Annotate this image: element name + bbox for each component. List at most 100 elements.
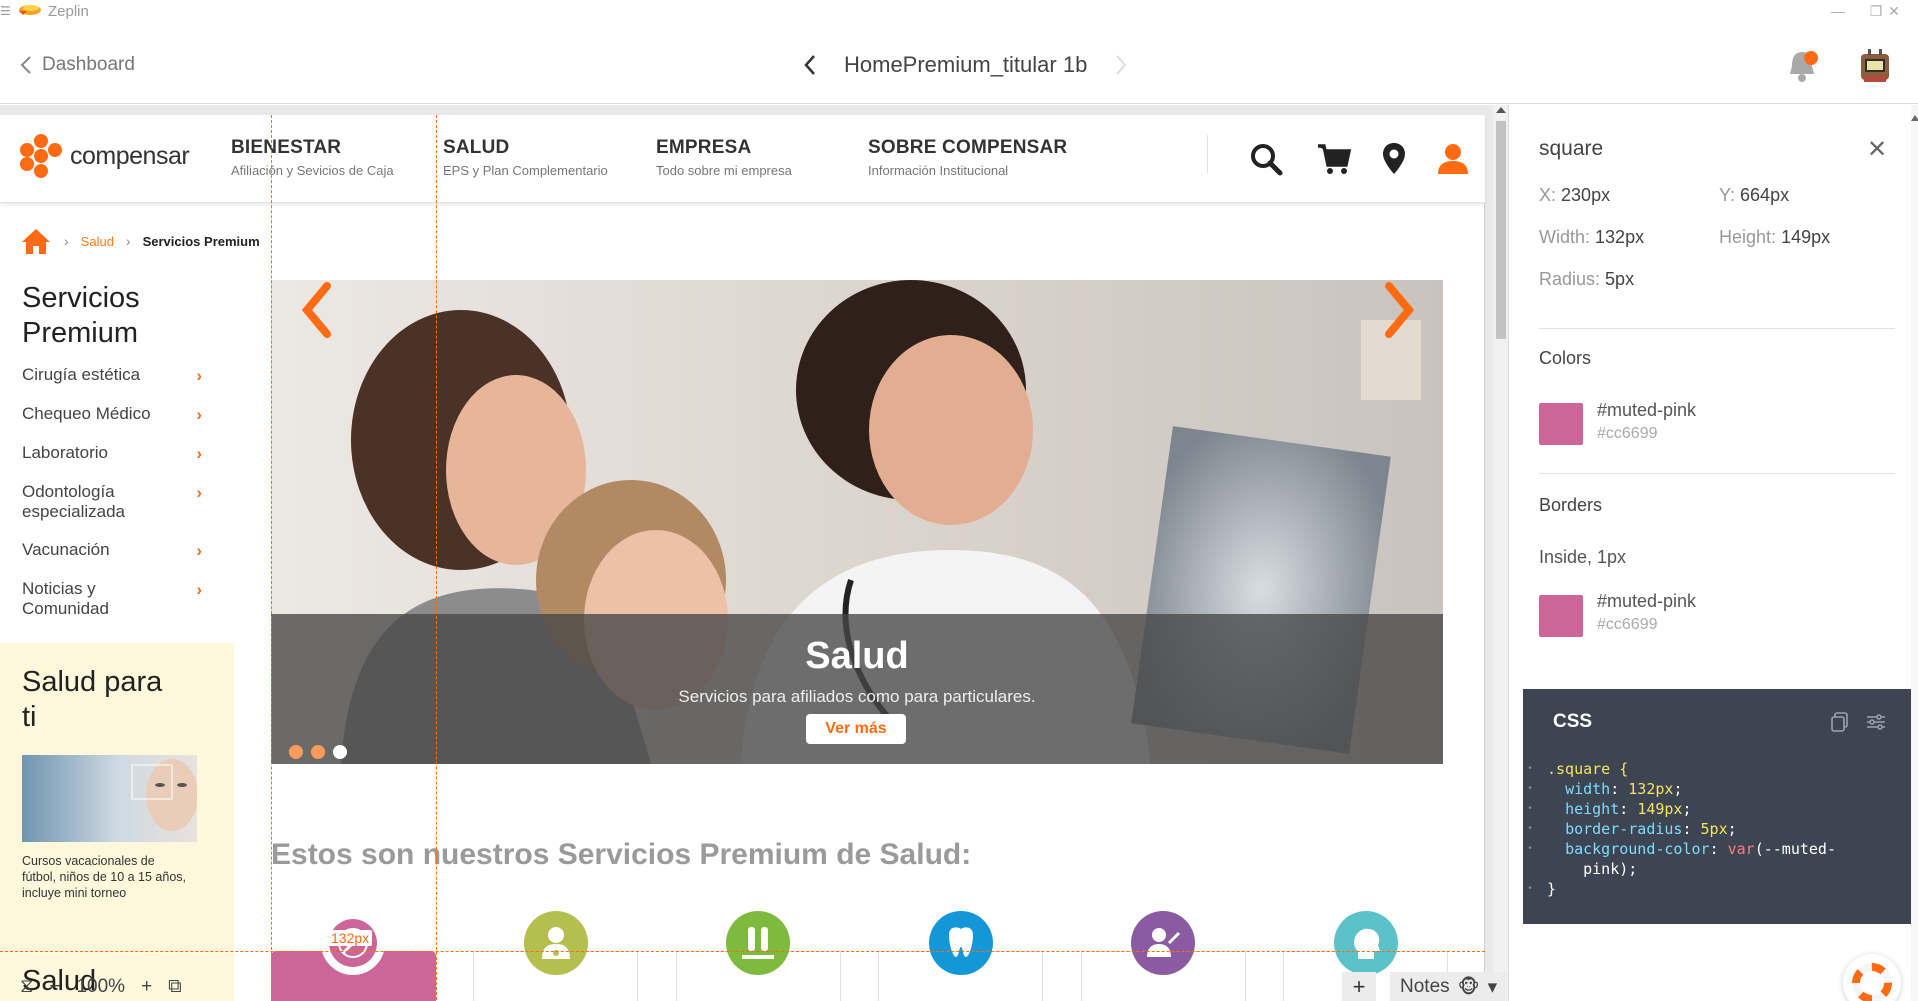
minimize-icon[interactable]: — (1818, 0, 1858, 22)
notes-toggle-button[interactable]: Notes 🐵 ▾ (1390, 972, 1508, 1001)
header-divider (1207, 135, 1208, 173)
settings-sliders-icon[interactable] (1865, 711, 1887, 733)
measure-guide-left (271, 115, 272, 1001)
prop-x-value[interactable]: 230px (1561, 185, 1610, 205)
prop-radius-value[interactable]: 5px (1605, 269, 1634, 289)
carousel-dot[interactable] (311, 745, 325, 759)
home-icon[interactable] (20, 227, 52, 255)
carousel-dot[interactable] (289, 745, 303, 759)
sidebar-item-label: Odontología especializada (22, 482, 126, 521)
previous-screen-icon[interactable] (800, 52, 822, 78)
location-pin-icon[interactable] (1376, 141, 1412, 177)
sidebar-item-label: Laboratorio (22, 443, 109, 462)
scroll-up-icon[interactable] (1911, 115, 1918, 121)
border-color-name[interactable]: #muted-pink (1597, 591, 1696, 612)
color-hex[interactable]: #cc6699 (1597, 425, 1658, 443)
cart-icon[interactable] (1316, 141, 1352, 177)
color-name[interactable]: #muted-pink (1597, 400, 1696, 421)
canvas-vertical-scrollbar[interactable] (1493, 105, 1508, 1001)
notes-label: Notes (1400, 976, 1450, 997)
borders-heading: Borders (1539, 495, 1603, 515)
prop-x: X: 230px (1539, 185, 1610, 206)
help-lifebuoy-button[interactable] (1843, 954, 1901, 1001)
nav-salud[interactable]: SALUD EPS y Plan Complementario (443, 137, 608, 178)
design-canvas[interactable]: compensar BIENESTAR Afiliación y Sevicio… (0, 105, 1508, 1001)
prop-width-value[interactable]: 132px (1595, 227, 1644, 247)
colors-heading: Colors (1539, 348, 1592, 368)
ver-mas-button[interactable]: Ver más (806, 714, 906, 744)
inspector-panel: square ✕ X: 230px Y: 664px Width: 132px … (1508, 105, 1918, 1001)
sidebar-item-odontologia[interactable]: Odontología especializada › (22, 482, 202, 522)
scroll-up-icon[interactable] (1496, 107, 1506, 113)
chevron-right-icon: › (196, 541, 202, 560)
chevron-right-icon: › (196, 444, 202, 463)
screen-title: HomePremium_titular 1b (844, 52, 1088, 77)
breadcrumb-link-salud[interactable]: Salud (81, 234, 114, 249)
open-external-icon[interactable]: ⧉ (168, 976, 182, 998)
zoom-in-button[interactable]: + (141, 976, 152, 998)
close-inspector-icon[interactable]: ✕ (1867, 135, 1887, 164)
nav-title: BIENESTAR (231, 137, 342, 158)
site-header: compensar BIENESTAR Afiliación y Sevicio… (0, 115, 1485, 203)
css-arg: pink); (1583, 860, 1638, 878)
css-code[interactable]: • .square { • width: 132px; • height: 149… (1527, 759, 1836, 899)
back-to-dashboard-link[interactable]: Dashboard (20, 54, 135, 76)
css-heading: CSS (1553, 711, 1593, 732)
color-swatch[interactable] (1539, 403, 1583, 445)
border-color-swatch[interactable] (1539, 595, 1583, 637)
promo-image (22, 755, 197, 842)
nav-bienestar[interactable]: BIENESTAR Afiliación y Sevicios de Caja (231, 137, 394, 178)
zoom-out-button[interactable]: − (49, 976, 60, 998)
notifications-bell-icon[interactable] (1782, 46, 1822, 86)
border-color-hex[interactable]: #cc6699 (1597, 616, 1658, 634)
sidebar-item-laboratorio[interactable]: Laboratorio › (22, 443, 202, 463)
copy-icon[interactable] (1829, 711, 1851, 733)
tooth-icon (929, 911, 993, 975)
breadcrumb-current: Servicios Premium (142, 233, 260, 249)
sidebar-item-vacunacion[interactable]: Vacunación › (22, 540, 202, 560)
inspector-scrollbar[interactable] (1911, 105, 1918, 1001)
next-screen-icon[interactable] (1109, 52, 1131, 78)
user-icon[interactable] (1435, 141, 1471, 177)
add-note-button[interactable]: + (1342, 972, 1376, 1001)
nav-subtitle: Todo sobre mi empresa (656, 163, 792, 178)
promo-card[interactable]: Salud para ti Cursos vacacionales de fút… (0, 643, 234, 1001)
compensar-logo[interactable]: compensar (18, 133, 190, 179)
breadcrumb-separator: › (125, 233, 131, 249)
nav-subtitle: Información Institucional (868, 163, 1009, 178)
sidebar-item-label: Noticias y Comunidad (22, 579, 109, 618)
zeplin-logo-icon (19, 5, 41, 15)
prop-height-label: Height: (1719, 227, 1777, 247)
scrollbar-thumb[interactable] (1496, 121, 1506, 339)
hero-prev-arrow-icon[interactable] (297, 280, 337, 340)
chevron-right-icon: › (196, 580, 202, 599)
close-window-icon[interactable]: ✕ (1874, 0, 1914, 22)
nav-empresa[interactable]: EMPRESA Todo sobre mi empresa (656, 137, 792, 178)
hamburger-icon[interactable]: ☰ (0, 4, 11, 18)
zoom-level: 100% (76, 975, 126, 997)
css-value: 132px (1628, 780, 1674, 798)
compensar-logo-icon (20, 134, 62, 178)
head-icon (1334, 911, 1398, 975)
hero-next-arrow-icon[interactable] (1379, 280, 1419, 340)
prop-height-value[interactable]: 149px (1781, 227, 1830, 247)
sidebar-item-noticias[interactable]: Noticias y Comunidad › (22, 579, 202, 619)
nav-subtitle: EPS y Plan Complementario (443, 163, 608, 178)
search-icon[interactable] (1248, 141, 1284, 177)
sidebar-item-label: Cirugía estética (22, 365, 141, 384)
prop-y-value[interactable]: 664px (1740, 185, 1789, 205)
css-prop: border-radius (1565, 820, 1683, 838)
sidebar-item-chequeo[interactable]: Chequeo Médico › (22, 404, 202, 424)
nav-sobre-compensar[interactable]: SOBRE COMPENSAR Información Instituciona… (868, 137, 1067, 178)
user-avatar-icon[interactable] (1856, 46, 1894, 86)
zeplin-topbar: Dashboard HomePremium_titular 1b (0, 22, 1918, 104)
lifebuoy-icon (1852, 963, 1892, 1001)
nav-title: EMPRESA (656, 137, 752, 158)
monkey-emoji-icon: 🐵 (1457, 976, 1480, 998)
window-titlebar: ☰ Zeplin — ❐ ✕ (0, 0, 1918, 22)
hero-carousel: Salud Servicios para afiliados como para… (271, 280, 1443, 764)
sidebar-item-cirugia[interactable]: Cirugía estética › (22, 365, 202, 385)
prop-width: Width: 132px (1539, 227, 1644, 248)
fit-icon[interactable]: ⧖ (20, 976, 33, 998)
carousel-dot-active[interactable] (333, 745, 347, 759)
